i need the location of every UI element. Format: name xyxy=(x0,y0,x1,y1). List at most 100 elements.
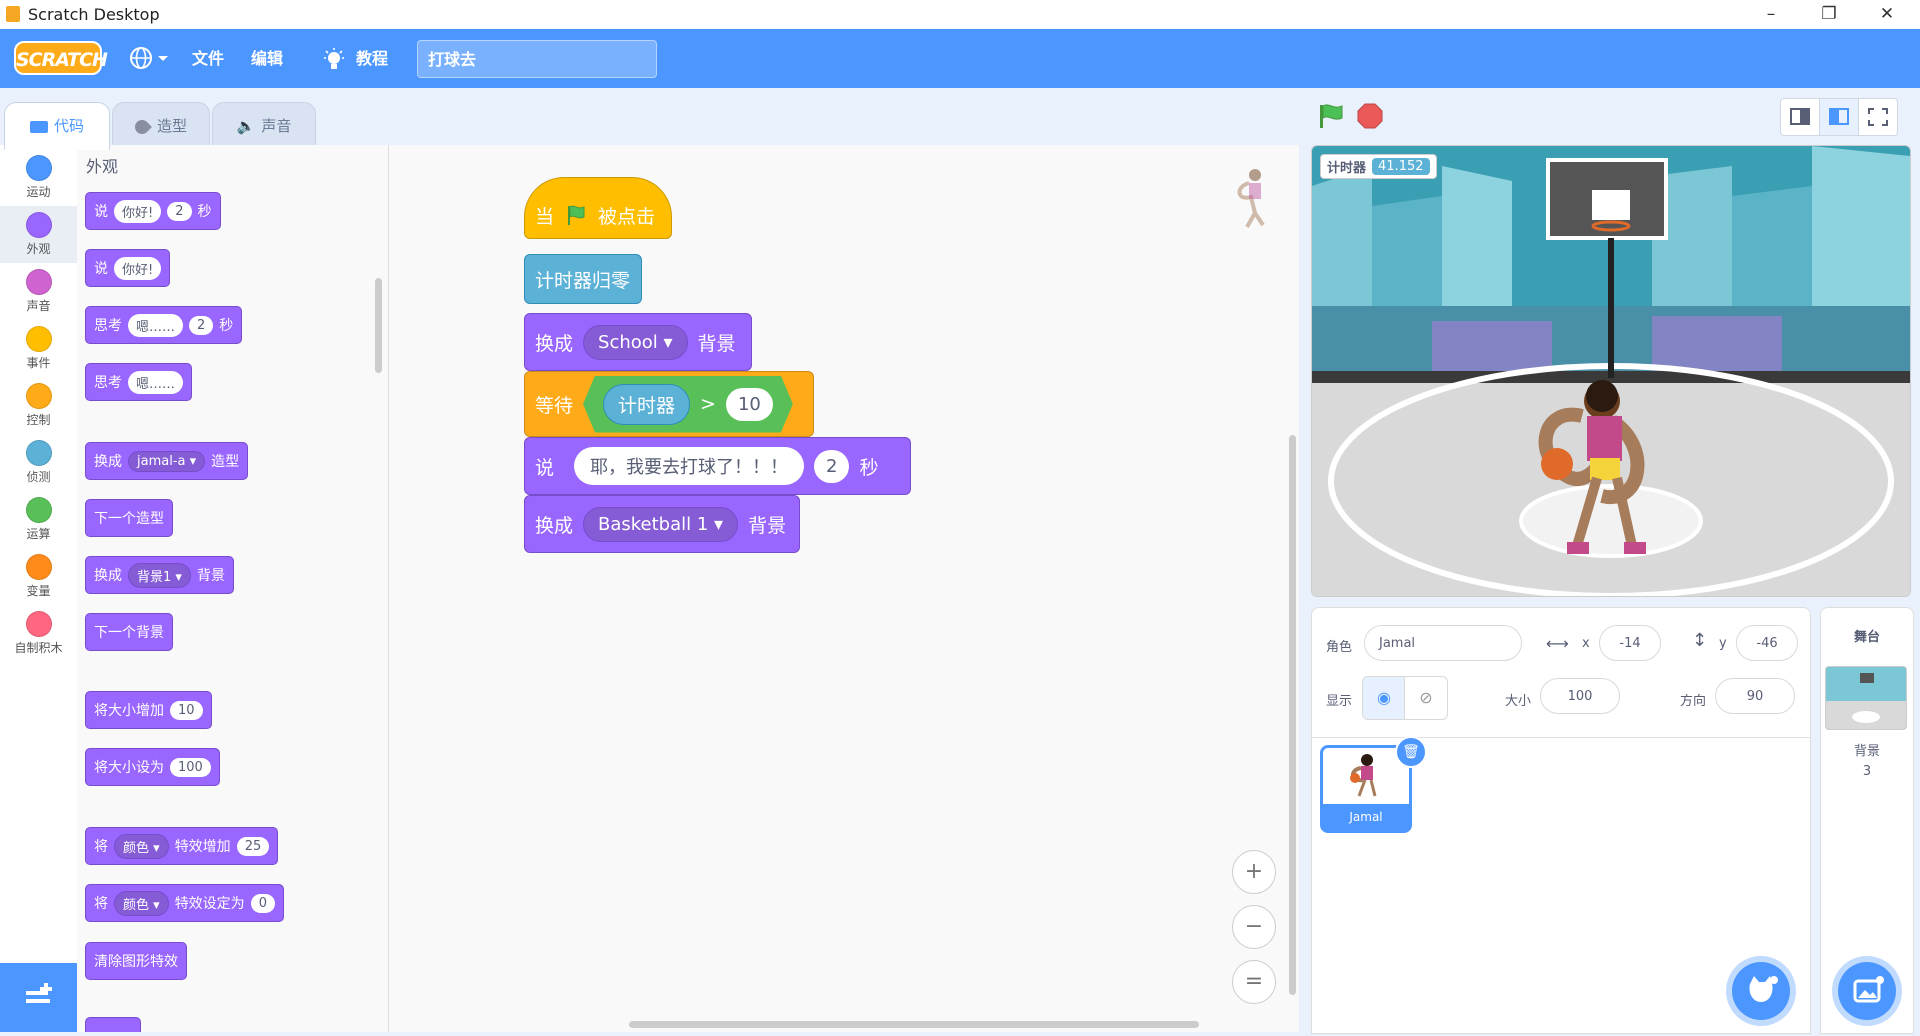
direction-input[interactable]: 90 xyxy=(1715,678,1795,714)
category-my-blocks[interactable]: 自制积木 xyxy=(0,605,77,662)
edit-menu[interactable]: 编辑 xyxy=(251,29,283,88)
block-say[interactable]: 说你好! xyxy=(85,249,171,287)
category-operators[interactable]: 运算 xyxy=(0,491,77,548)
block-change-size[interactable]: 将大小增加 10 xyxy=(85,691,212,729)
x-input[interactable]: -14 xyxy=(1599,625,1661,661)
change-effect-input[interactable]: 25 xyxy=(236,836,270,856)
block-think[interactable]: 思考 嗯…… xyxy=(85,363,193,401)
stop-button[interactable] xyxy=(1356,102,1384,130)
stage-thumbnail xyxy=(1825,666,1907,730)
timer-reporter[interactable]: 计时器 xyxy=(603,384,690,425)
my-blocks-dot-icon xyxy=(25,611,52,637)
project-title-input[interactable]: 打球去 xyxy=(417,40,657,78)
block-switch-costume[interactable]: 换成 jamal-a ▾ 造型 xyxy=(85,442,249,480)
greater-than-operator[interactable]: 计时器 > 10 xyxy=(583,376,793,433)
costume-dropdown[interactable]: jamal-a ▾ xyxy=(128,450,206,472)
sprite-name-input[interactable]: Jamal xyxy=(1364,625,1522,661)
lightbulb-icon xyxy=(324,48,344,69)
say-message-input[interactable]: 你好! xyxy=(114,199,162,223)
small-stage-icon xyxy=(1790,108,1810,125)
add-sprite-button[interactable] xyxy=(1732,962,1790,1020)
category-sensing[interactable]: 侦测 xyxy=(0,434,77,491)
block-say-for-secs[interactable]: 说你好! 2 秒 xyxy=(85,192,221,230)
stage-selector-pane[interactable]: 舞台 背景 3 xyxy=(1820,607,1914,1034)
delete-sprite-button[interactable]: 🗑 xyxy=(1395,736,1427,768)
block-when-flag-clicked[interactable]: 当 被点击 xyxy=(524,177,672,239)
category-control[interactable]: 控制 xyxy=(0,377,77,434)
think-message-input[interactable]: 嗯…… xyxy=(128,370,184,394)
code-icon xyxy=(29,120,48,133)
backdrop-dropdown[interactable]: 背景1 ▾ xyxy=(128,562,191,588)
think-secs-input[interactable]: 2 xyxy=(189,315,214,335)
stage-canvas[interactable]: 计时器 41.152 xyxy=(1311,145,1911,597)
script-area[interactable]: 当 被点击 计时器归零 换成 School ▾ 背景 等待 计时器 > 10 说… xyxy=(389,145,1299,1032)
say-message-input[interactable]: 耶，我要去打球了！！！ xyxy=(574,447,805,485)
scratch-logo[interactable]: SCRATCH xyxy=(14,41,108,75)
block-switch-backdrop-basketball[interactable]: 换成 Basketball 1 ▾ 背景 xyxy=(524,495,800,553)
script-vertical-scrollbar[interactable] xyxy=(1289,435,1296,995)
category-sound[interactable]: 声音 xyxy=(0,263,77,320)
block-wait-until[interactable]: 等待 计时器 > 10 xyxy=(524,371,814,437)
y-input[interactable]: -46 xyxy=(1736,625,1798,661)
backdrop-dropdown[interactable]: School ▾ xyxy=(583,324,688,360)
backdrop-dropdown[interactable]: Basketball 1 ▾ xyxy=(583,506,739,542)
effect-dropdown[interactable]: 颜色 ▾ xyxy=(114,833,169,859)
block-switch-backdrop[interactable]: 换成 背景1 ▾ 背景 xyxy=(85,556,234,594)
block-set-effect[interactable]: 将颜色 ▾ 特效设定为 0 xyxy=(85,884,284,922)
window-title: Scratch Desktop xyxy=(28,5,160,24)
fullscreen-button[interactable] xyxy=(1858,98,1898,136)
change-size-input[interactable]: 10 xyxy=(170,700,203,720)
set-effect-input[interactable]: 0 xyxy=(250,893,275,913)
restore-button[interactable]: ❐ xyxy=(1800,0,1858,29)
block-next-backdrop[interactable]: 下一个背景 xyxy=(85,613,173,651)
operators-dot-icon xyxy=(25,497,52,523)
add-extension-button[interactable] xyxy=(0,963,77,1032)
x-label: x xyxy=(1582,636,1590,651)
say-message-input[interactable]: 你好! xyxy=(114,256,162,280)
block-set-size[interactable]: 将大小设为 100 xyxy=(85,748,220,786)
green-flag-button[interactable] xyxy=(1316,102,1344,130)
add-backdrop-button[interactable] xyxy=(1838,962,1896,1020)
category-looks[interactable]: 外观 xyxy=(0,206,77,263)
category-events[interactable]: 事件 xyxy=(0,320,77,377)
file-menu[interactable]: 文件 xyxy=(192,29,224,88)
block-clear-effects[interactable]: 清除图形特效 xyxy=(85,942,187,980)
block-switch-backdrop-school[interactable]: 换成 School ▾ 背景 xyxy=(524,313,752,371)
block-think-for-secs[interactable]: 思考 嗯…… 2 秒 xyxy=(85,306,243,344)
block-partial[interactable] xyxy=(85,1017,141,1032)
minimize-button[interactable]: – xyxy=(1742,0,1800,29)
category-motion[interactable]: 运动 xyxy=(0,149,77,206)
block-reset-timer[interactable]: 计时器归零 xyxy=(524,254,642,304)
effect-dropdown[interactable]: 颜色 ▾ xyxy=(114,890,169,916)
show-visible-button[interactable]: ◉ xyxy=(1362,676,1406,720)
language-menu[interactable] xyxy=(128,45,170,75)
category-variables[interactable]: 变量 xyxy=(0,548,77,605)
think-message-input[interactable]: 嗯…… xyxy=(128,313,184,337)
say-secs-input[interactable]: 2 xyxy=(167,201,192,221)
eye-slash-icon: ⊘ xyxy=(1419,688,1433,707)
stage-pane-title: 舞台 xyxy=(1853,630,1880,645)
say-secs-input[interactable]: 2 xyxy=(814,449,850,483)
block-palette: 外观 说你好! 2 秒 说你好! 思考 嗯…… 2 秒 思考 嗯…… 换成 jamal-a ▾… xyxy=(77,145,389,1032)
show-hidden-button[interactable]: ⊘ xyxy=(1404,676,1448,720)
tab-code[interactable]: 代码 xyxy=(4,102,110,150)
block-next-costume[interactable]: 下一个造型 xyxy=(85,499,173,537)
small-stage-button[interactable] xyxy=(1780,98,1820,136)
script-horizontal-scrollbar[interactable] xyxy=(629,1021,1199,1028)
compare-value-input[interactable]: 10 xyxy=(726,388,773,421)
timer-monitor[interactable]: 计时器 41.152 xyxy=(1320,154,1437,179)
size-input[interactable]: 100 xyxy=(1540,678,1620,714)
normal-stage-button[interactable] xyxy=(1819,98,1859,136)
zoom-reset-button[interactable]: = xyxy=(1232,960,1276,1004)
zoom-out-button[interactable]: − xyxy=(1232,905,1276,949)
block-say-for-secs[interactable]: 说 耶，我要去打球了！！！ 2 秒 xyxy=(524,437,911,495)
tab-sounds[interactable]: 🔈 声音 xyxy=(212,102,316,148)
palette-scrollbar[interactable] xyxy=(375,278,382,373)
sprite-tile-label: Jamal xyxy=(1323,804,1409,830)
size-label: 大小 xyxy=(1505,694,1532,709)
zoom-in-button[interactable]: + xyxy=(1232,850,1276,894)
block-change-effect[interactable]: 将颜色 ▾ 特效增加 25 xyxy=(85,827,279,865)
set-size-input[interactable]: 100 xyxy=(170,757,211,777)
close-button[interactable]: ✕ xyxy=(1858,0,1916,29)
tab-costumes[interactable]: 造型 xyxy=(112,102,210,148)
